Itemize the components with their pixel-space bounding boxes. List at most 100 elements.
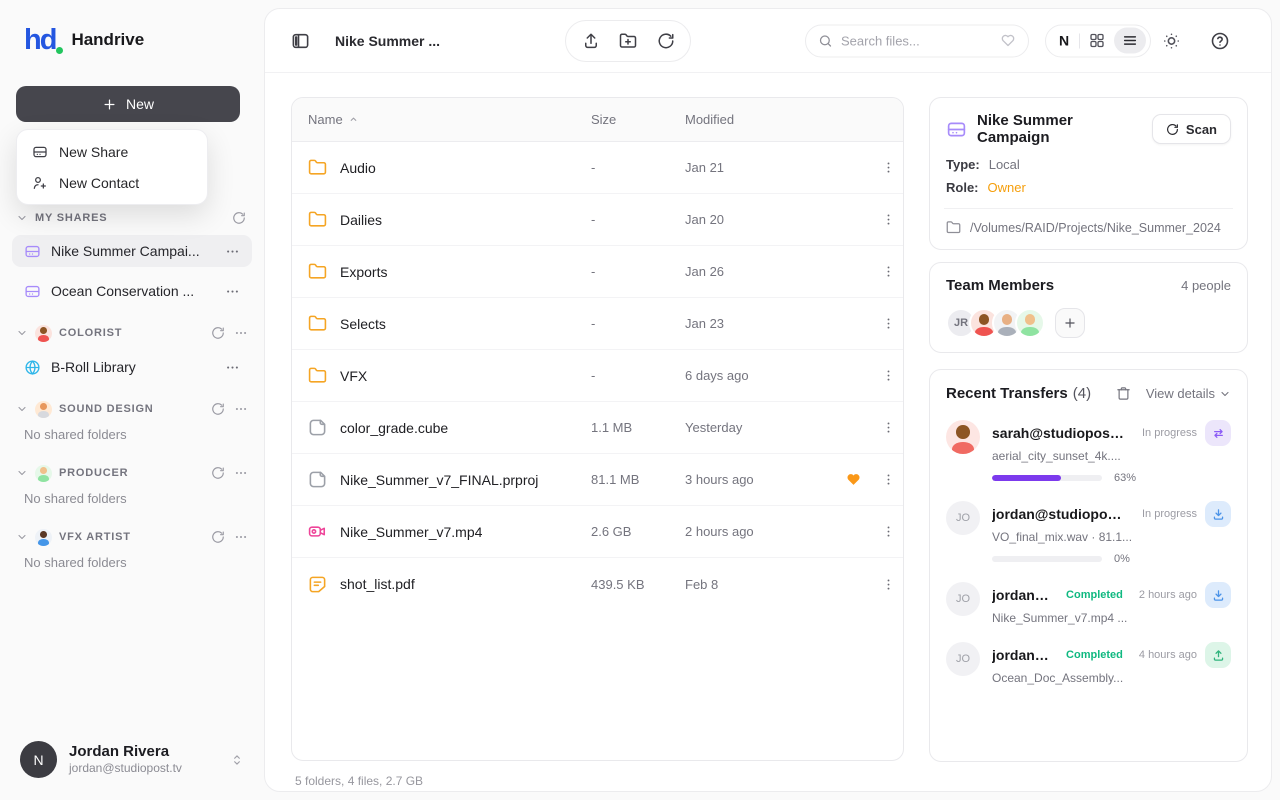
more-horizontal-icon[interactable]: [234, 466, 248, 480]
refresh-section-button[interactable]: [209, 528, 227, 546]
more-vertical-icon: [881, 212, 896, 227]
more-horizontal-icon[interactable]: [234, 530, 248, 544]
file-row-prproj[interactable]: Nike_Summer_v7_FINAL.prproj 81.1 MB 3 ho…: [292, 454, 903, 506]
section-my-shares[interactable]: MY SHARES: [0, 208, 264, 228]
refresh-button[interactable]: [653, 28, 679, 54]
empty-section-note: No shared folders: [24, 427, 248, 443]
completed-badge: Completed: [1066, 649, 1123, 661]
refresh-section-button[interactable]: [209, 464, 227, 482]
row-menu-button[interactable]: [877, 260, 900, 283]
grid-view-button[interactable]: [1081, 28, 1113, 54]
transfer-email: jordan@studiopost.tv: [992, 506, 1126, 522]
file-row-audio[interactable]: Audio - Jan 21: [292, 142, 903, 194]
sidebar-item-broll-library[interactable]: B-Roll Library: [12, 351, 252, 383]
download-transfer-button[interactable]: [1205, 501, 1231, 527]
favorite-heart-icon[interactable]: [845, 471, 862, 488]
section-vfx-artist[interactable]: VFX ARTIST: [0, 527, 264, 547]
file-row-selects[interactable]: Selects - Jan 23: [292, 298, 903, 350]
sync-transfer-button[interactable]: [1205, 420, 1231, 446]
completed-badge: Completed: [1066, 589, 1123, 601]
search-input[interactable]: [841, 33, 992, 48]
refresh-icon: [1166, 123, 1179, 136]
panel-left-icon: [291, 31, 310, 50]
sidebar-item-nike-summer[interactable]: Nike Summer Campai...: [12, 235, 252, 267]
sidebar-item-ocean-conservation[interactable]: Ocean Conservation ...: [12, 275, 252, 307]
team-count: 4 people: [1181, 278, 1231, 293]
drive-icon: [24, 283, 41, 300]
list-view-button[interactable]: [1114, 28, 1146, 54]
status-bar: 5 folders, 4 files, 2.7 GB: [295, 774, 423, 788]
download-transfer-button[interactable]: [1205, 582, 1231, 608]
row-menu-button[interactable]: [877, 156, 900, 179]
row-menu-button[interactable]: [877, 208, 900, 231]
view-details-button[interactable]: View details: [1146, 386, 1231, 401]
section-sound-design[interactable]: SOUND DESIGN: [0, 399, 264, 419]
section-producer[interactable]: PRODUCER: [0, 463, 264, 483]
upload-icon: [1212, 649, 1225, 662]
row-menu-button[interactable]: [877, 573, 900, 596]
section-colorist[interactable]: COLORIST: [0, 323, 264, 343]
file-row-vfx[interactable]: VFX - 6 days ago: [292, 350, 903, 402]
menu-item-new-contact[interactable]: New Contact: [23, 167, 201, 198]
search-bar: [805, 24, 1029, 57]
column-header-name[interactable]: Name: [308, 112, 591, 127]
file-row-dailies[interactable]: Dailies - Jan 20: [292, 194, 903, 246]
empty-section-note: No shared folders: [24, 491, 248, 507]
share-path: /Volumes/RAID/Projects/Nike_Summer_2024: [946, 220, 1231, 235]
jordan-avatar: JO: [946, 582, 980, 616]
sort-letter-indicator[interactable]: N: [1050, 33, 1078, 49]
transfers-title: Recent Transfers: [946, 385, 1068, 402]
file-row-mp4[interactable]: Nike_Summer_v7.mp4 2.6 GB 2 hours ago: [292, 506, 903, 558]
menu-item-new-share[interactable]: New Share: [23, 136, 201, 167]
chevron-down-icon: [16, 403, 28, 415]
refresh-shares-button[interactable]: [230, 209, 248, 227]
user-menu[interactable]: N Jordan Rivera jordan@studiopost.tv: [0, 725, 264, 800]
row-menu-button[interactable]: [877, 416, 900, 439]
vfx-artist-avatar: [35, 529, 52, 546]
row-menu-button[interactable]: [877, 364, 900, 387]
row-menu-button[interactable]: [877, 520, 900, 543]
breadcrumb[interactable]: Nike Summer ...: [335, 33, 440, 49]
jordan-avatar: JO: [946, 642, 980, 676]
chevron-down-icon: [1219, 388, 1231, 400]
column-header-modified[interactable]: Modified: [685, 112, 835, 127]
upload-button[interactable]: [578, 28, 604, 54]
upload-transfer-button[interactable]: [1205, 642, 1231, 668]
transfer-row: sarah@studiopost.tv In progress aerial_c…: [946, 420, 1231, 484]
file-row-color-grade-cube[interactable]: color_grade.cube 1.1 MB Yesterday: [292, 402, 903, 454]
file-row-exports[interactable]: Exports - Jan 26: [292, 246, 903, 298]
user-name: Jordan Rivera: [69, 743, 182, 761]
favorites-filter-icon[interactable]: [1000, 33, 1016, 49]
transfer-time: 4 hours ago: [1139, 649, 1197, 661]
plus-icon: [1063, 316, 1077, 330]
row-menu-button[interactable]: [877, 312, 900, 335]
divider: [1079, 33, 1080, 48]
recent-transfers-card: Recent Transfers (4) View details: [929, 369, 1248, 762]
member-avatar[interactable]: [1015, 308, 1045, 338]
more-horizontal-icon[interactable]: [234, 326, 248, 340]
refresh-section-button[interactable]: [209, 324, 227, 342]
column-header-size[interactable]: Size: [591, 112, 685, 127]
team-members-card: Team Members 4 people JR: [929, 262, 1248, 353]
more-horizontal-icon[interactable]: [234, 402, 248, 416]
more-horizontal-icon[interactable]: [225, 244, 240, 259]
add-member-button[interactable]: [1055, 308, 1085, 338]
sidebar-toggle-button[interactable]: [287, 27, 314, 54]
theme-toggle-button[interactable]: [1158, 27, 1185, 54]
help-button[interactable]: [1206, 27, 1234, 55]
file-row-pdf[interactable]: shot_list.pdf 439.5 KB Feb 8: [292, 558, 903, 610]
folder-plus-icon: [619, 32, 637, 50]
new-folder-button[interactable]: [615, 28, 641, 54]
new-button[interactable]: New: [16, 86, 240, 122]
progress-percent: 63%: [1114, 472, 1136, 484]
transfer-row: JO jordan@st... Completed 4 hours ago Oc…: [946, 642, 1231, 685]
refresh-icon: [211, 530, 225, 544]
row-menu-button[interactable]: [877, 468, 900, 491]
transfer-status: In progress: [1142, 508, 1197, 520]
more-horizontal-icon[interactable]: [225, 284, 240, 299]
type-value: Local: [989, 157, 1020, 172]
more-horizontal-icon[interactable]: [225, 360, 240, 375]
clear-transfers-button[interactable]: [1114, 384, 1133, 403]
scan-button[interactable]: Scan: [1152, 114, 1231, 144]
refresh-section-button[interactable]: [209, 400, 227, 418]
